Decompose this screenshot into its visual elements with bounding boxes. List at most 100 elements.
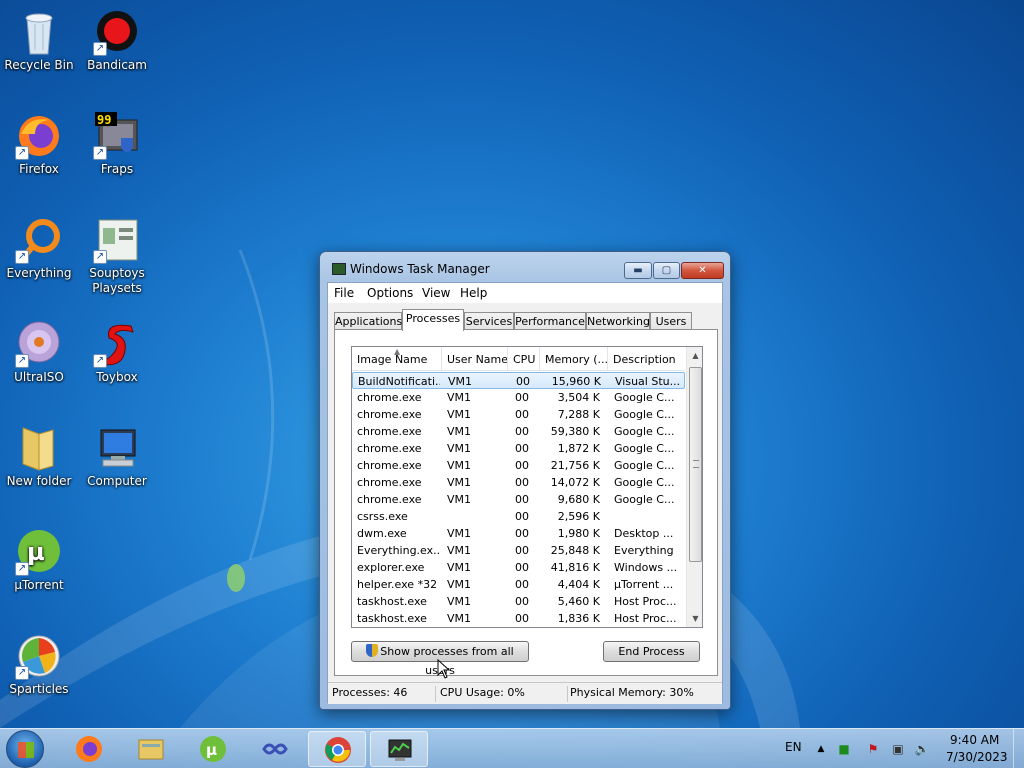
cell-desc: Visual Stu...: [615, 375, 679, 388]
desktop-icon-label: Bandicam: [87, 58, 147, 72]
table-row[interactable]: chrome.exe VM1 00 9,680 K Google C...: [352, 491, 685, 508]
recycle-bin-icon: [15, 8, 63, 56]
process-list[interactable]: ▲ Image Name User Name CPU Memory (... D…: [351, 346, 703, 628]
utorrent-icon: µ ↗: [15, 528, 63, 576]
table-row[interactable]: chrome.exe VM1 00 7,288 K Google C...: [352, 406, 685, 423]
souptoys-icon: ↗: [93, 216, 141, 264]
taskbar-chrome-button[interactable]: [308, 731, 366, 767]
table-row[interactable]: chrome.exe VM1 00 21,756 K Google C...: [352, 457, 685, 474]
cell-cpu: 00: [515, 578, 529, 591]
menu-file[interactable]: File: [334, 286, 354, 300]
table-row[interactable]: chrome.exe VM1 00 14,072 K Google C...: [352, 474, 685, 491]
table-row[interactable]: chrome.exe VM1 00 59,380 K Google C...: [352, 423, 685, 440]
shortcut-arrow-icon: ↗: [93, 42, 107, 56]
cell-name: chrome.exe: [357, 476, 422, 489]
scrollbar-thumb[interactable]: [689, 367, 702, 562]
tab-processes[interactable]: Processes: [402, 309, 464, 331]
cell-mem: 1,980 K: [557, 527, 600, 540]
action-center-flag-icon[interactable]: ⚑: [865, 741, 881, 757]
desktop-icon-everything[interactable]: ↗ Everything: [0, 216, 78, 281]
column-header-image-name[interactable]: ▲ Image Name: [352, 347, 442, 371]
ultraiso-disc-icon: ↗: [15, 320, 63, 368]
table-row[interactable]: chrome.exe VM1 00 1,872 K Google C...: [352, 440, 685, 457]
desktop-icon-bandicam[interactable]: ↗ Bandicam: [78, 8, 156, 73]
table-row[interactable]: Everything.ex... VM1 00 25,848 K Everything: [352, 542, 685, 559]
taskbar-task-manager-button[interactable]: [370, 731, 428, 767]
cell-desc: Google C...: [614, 493, 675, 506]
shortcut-arrow-icon: ↗: [15, 562, 29, 576]
desktop-icon-computer[interactable]: Computer: [78, 424, 156, 489]
scroll-up-arrow-icon[interactable]: ▲: [687, 347, 702, 364]
table-row[interactable]: BuildNotificati... VM1 00 15,960 K Visual St…: [352, 372, 685, 389]
column-header-description[interactable]: Description: [608, 347, 685, 371]
vertical-scrollbar[interactable]: ▲ ▼: [686, 347, 702, 627]
cell-cpu: 00: [515, 612, 529, 625]
desktop-icon-label: µTorrent: [14, 578, 64, 592]
maximize-button[interactable]: ▢: [653, 262, 680, 279]
column-header-memory[interactable]: Memory (...: [540, 347, 608, 371]
desktop-icon-fraps[interactable]: 99 ↗ Fraps: [78, 112, 156, 177]
table-row[interactable]: taskhost.exe VM1 00 1,836 K Host Proc...: [352, 610, 685, 627]
volume-muted-icon[interactable]: 🔈: [914, 741, 930, 757]
close-icon: ✕: [698, 265, 707, 276]
desktop-icon-label: Recycle Bin: [4, 58, 74, 72]
show-hidden-icons-arrow-icon[interactable]: ▲: [813, 741, 829, 757]
end-process-button[interactable]: End Process: [603, 641, 700, 662]
clock-date[interactable]: 7/30/2023: [946, 750, 1008, 764]
column-header-cpu[interactable]: CPU: [508, 347, 540, 371]
desktop-icon-sparticles[interactable]: ↗ Sparticles: [0, 632, 78, 697]
menu-view[interactable]: View: [422, 286, 450, 300]
minimize-button[interactable]: ▬: [624, 262, 652, 279]
cell-name: csrss.exe: [357, 510, 408, 523]
taskbar-utorrent-button[interactable]: µ: [184, 731, 242, 767]
taskbar-explorer-button[interactable]: [122, 731, 180, 767]
cell-name: chrome.exe: [357, 442, 422, 455]
cell-name: taskhost.exe: [357, 595, 427, 608]
menu-help[interactable]: Help: [460, 286, 487, 300]
cell-desc: Google C...: [614, 408, 675, 421]
cell-user: VM1: [447, 544, 472, 557]
svg-text:µ: µ: [27, 538, 45, 566]
table-row[interactable]: chrome.exe VM1 00 3,504 K Google C...: [352, 389, 685, 406]
show-desktop-button[interactable]: [1013, 729, 1024, 768]
taskbar-infinity-button[interactable]: [246, 731, 304, 767]
desktop-icon-new-folder[interactable]: New folder: [0, 424, 78, 489]
folder-icon: [15, 424, 63, 472]
table-row[interactable]: explorer.exe VM1 00 41,816 K Windows ...: [352, 559, 685, 576]
scroll-down-arrow-icon[interactable]: ▼: [687, 610, 702, 627]
desktop-icon-souptoys[interactable]: ↗ Souptoys Playsets: [78, 216, 156, 296]
status-physical-memory: Physical Memory: 30%: [570, 686, 694, 699]
taskbar-firefox-button[interactable]: [60, 731, 118, 767]
clock-time[interactable]: 9:40 AM: [950, 733, 999, 747]
table-row[interactable]: dwm.exe VM1 00 1,980 K Desktop ...: [352, 525, 685, 542]
desktop-icon-utorrent[interactable]: µ ↗ µTorrent: [0, 528, 78, 593]
desktop-icon-recycle-bin[interactable]: Recycle Bin: [0, 8, 78, 73]
desktop-icon-toybox[interactable]: ↗ Toybox: [78, 320, 156, 385]
task-manager-window[interactable]: Windows Task Manager ▬ ▢ ✕ File Options …: [319, 251, 731, 710]
cell-mem: 5,460 K: [557, 595, 600, 608]
toybox-icon: ↗: [93, 320, 141, 368]
start-button[interactable]: [6, 730, 44, 768]
cell-name: chrome.exe: [357, 408, 422, 421]
table-row[interactable]: csrss.exe 00 2,596 K: [352, 508, 685, 525]
column-header-user-name[interactable]: User Name: [442, 347, 508, 371]
minimize-icon: ▬: [633, 265, 643, 276]
tray-app-icon[interactable]: ■: [836, 741, 852, 757]
language-indicator[interactable]: EN: [785, 740, 802, 754]
cell-cpu: 00: [515, 476, 529, 489]
shortcut-arrow-icon: ↗: [93, 146, 107, 160]
button-label: End Process: [618, 645, 685, 658]
title-bar[interactable]: Windows Task Manager ▬ ▢ ✕: [320, 252, 730, 282]
network-icon[interactable]: ▣: [890, 741, 906, 757]
menu-options[interactable]: Options: [367, 286, 413, 300]
computer-icon: [93, 424, 141, 472]
cell-desc: Google C...: [614, 459, 675, 472]
cell-user: VM1: [447, 493, 472, 506]
table-row[interactable]: helper.exe *32 VM1 00 4,404 K µTorrent ...: [352, 576, 685, 593]
cell-user: VM1: [447, 476, 472, 489]
desktop-icon-ultraiso[interactable]: ↗ UltraISO: [0, 320, 78, 385]
cell-cpu: 00: [515, 442, 529, 455]
close-button[interactable]: ✕: [681, 262, 724, 279]
desktop-icon-firefox[interactable]: ↗ Firefox: [0, 112, 78, 177]
table-row[interactable]: taskhost.exe VM1 00 5,460 K Host Proc...: [352, 593, 685, 610]
